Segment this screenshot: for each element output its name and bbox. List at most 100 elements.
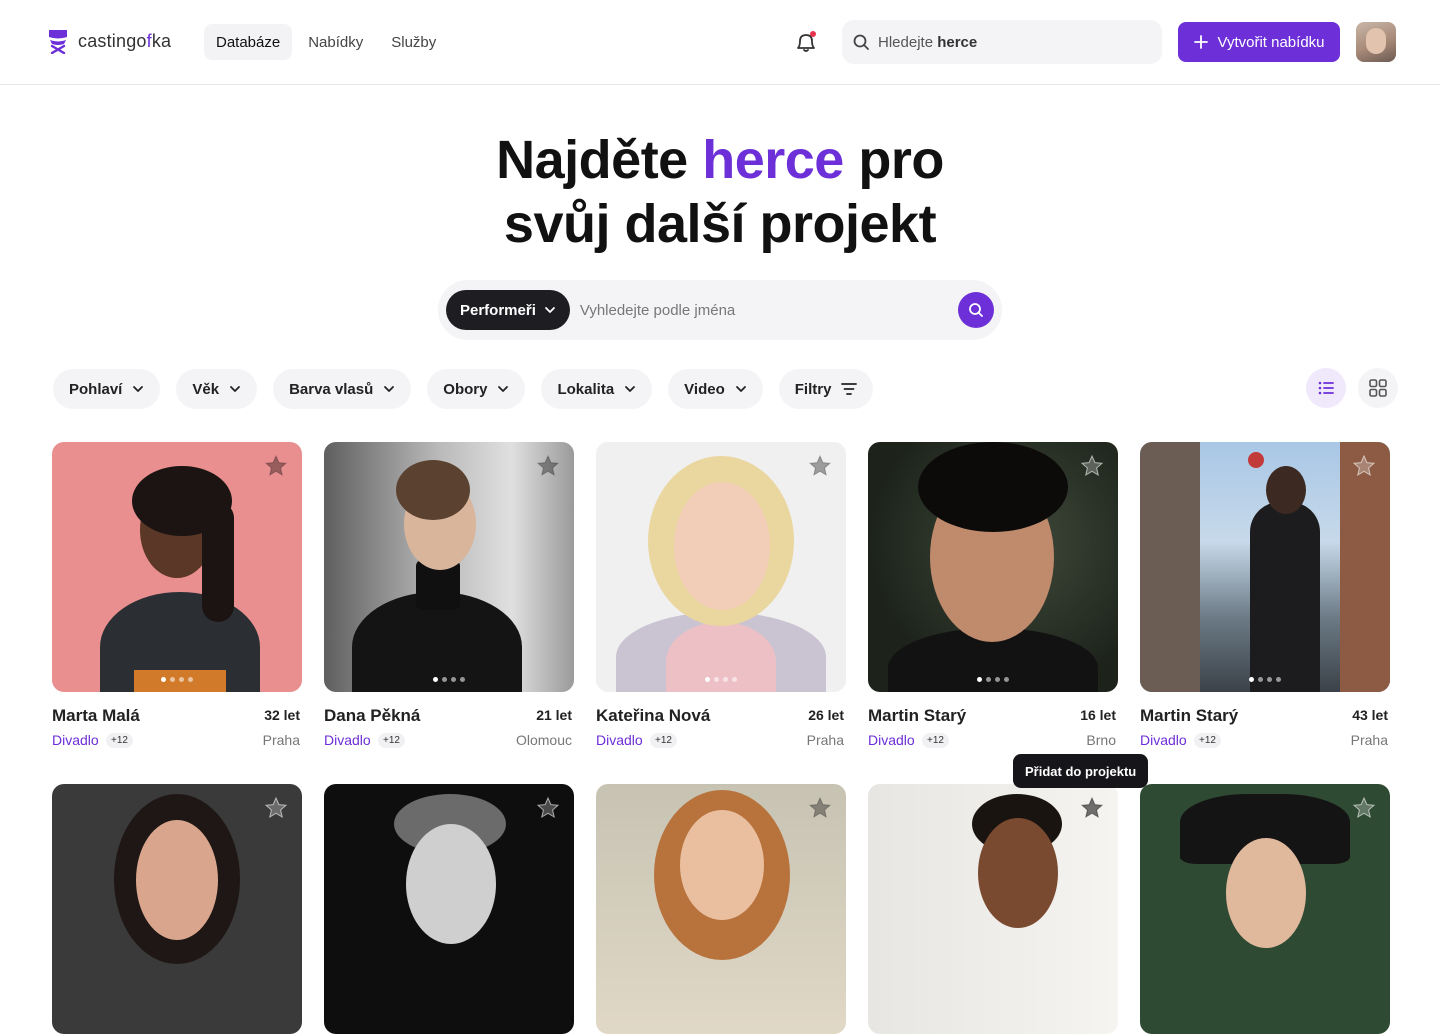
create-offer-button[interactable]: Vytvořit nabídku	[1178, 22, 1340, 62]
favorite-star-icon[interactable]	[536, 454, 560, 478]
performer-name: Kateřina Nová	[596, 706, 711, 725]
nav-item-nabidky[interactable]: Nabídky	[296, 24, 375, 60]
logo[interactable]: castingofka	[46, 28, 171, 54]
main-nav: Databáze Nabídky Služby	[204, 24, 452, 60]
name-search-input[interactable]	[579, 301, 958, 319]
performer-photo[interactable]	[324, 784, 574, 1034]
search-submit-button[interactable]	[958, 292, 994, 328]
performer-name: Martin Starý	[868, 706, 967, 725]
photo-carousel-dots[interactable]	[433, 677, 465, 682]
favorite-star-icon[interactable]	[1080, 796, 1104, 820]
header-search-placeholder[interactable]: Hledejte herce	[878, 34, 977, 51]
favorite-star-icon[interactable]	[1352, 796, 1376, 820]
performer-name: Marta Malá	[52, 706, 140, 725]
create-offer-label: Vytvořit nabídku	[1217, 33, 1325, 51]
performer-age: 26 let	[808, 707, 844, 723]
list-view-button[interactable]	[1306, 368, 1346, 408]
grid-icon	[1369, 379, 1387, 397]
performer-field[interactable]: Divadlo	[868, 732, 915, 748]
filter-location[interactable]: Lokalita	[541, 369, 653, 409]
performer-field[interactable]: Divadlo	[596, 732, 643, 748]
performer-city: Praha	[1350, 732, 1388, 748]
performer-photo[interactable]	[868, 442, 1118, 692]
top-header: castingofka Databáze Nabídky Služby Hled…	[0, 0, 1440, 85]
performer-age: 21 let	[536, 707, 572, 723]
notification-icon[interactable]	[794, 30, 818, 54]
filter-hair-color[interactable]: Barva vlasů	[273, 369, 412, 409]
filter-lines-icon	[841, 383, 858, 395]
favorite-star-icon[interactable]	[264, 796, 288, 820]
more-fields-badge[interactable]: +12	[106, 733, 133, 748]
favorite-star-icon[interactable]	[808, 796, 832, 820]
performer-card[interactable]	[1140, 784, 1390, 1034]
photo-carousel-dots[interactable]	[1249, 677, 1281, 682]
filter-gender[interactable]: Pohlaví	[53, 369, 161, 409]
favorite-star-icon[interactable]	[1080, 454, 1104, 478]
performer-card[interactable]: Marta Malá 32 let Divadlo +12 Praha	[52, 442, 302, 752]
performer-field[interactable]: Divadlo	[324, 732, 371, 748]
user-avatar[interactable]	[1356, 22, 1396, 62]
logo-text: castingofka	[78, 30, 172, 51]
performer-name: Dana Pěkná	[324, 706, 421, 725]
favorite-star-icon[interactable]	[536, 796, 560, 820]
performer-photo[interactable]	[596, 784, 846, 1034]
list-icon	[1318, 381, 1334, 395]
filter-bar: Pohlaví Věk Barva vlasů Obory Lokalita V…	[53, 369, 874, 409]
performer-card[interactable]: Martin Starý 43 let Divadlo +12 Praha	[1140, 442, 1390, 752]
performer-field[interactable]: Divadlo	[1140, 732, 1187, 748]
performer-card[interactable]: Martin Starý 16 let Divadlo +12 Brno	[868, 442, 1118, 752]
performer-photo[interactable]	[1140, 442, 1390, 692]
favorite-star-icon[interactable]	[264, 454, 288, 478]
performer-city: Praha	[806, 732, 844, 748]
nav-item-databaze[interactable]: Databáze	[204, 24, 293, 60]
performer-photo[interactable]	[324, 442, 574, 692]
photo-carousel-dots[interactable]	[977, 677, 1009, 682]
main-search-bar: Performeři	[438, 280, 1002, 340]
performer-photo[interactable]	[52, 784, 302, 1034]
filter-age[interactable]: Věk	[176, 369, 258, 409]
performer-city: Brno	[1086, 732, 1116, 748]
grid-view-button[interactable]	[1358, 368, 1398, 408]
more-fields-badge[interactable]: +12	[650, 733, 677, 748]
performer-card[interactable]	[52, 784, 302, 1034]
filter-fields[interactable]: Obory	[427, 369, 526, 409]
performer-photo[interactable]	[52, 442, 302, 692]
chevron-down-icon	[735, 386, 746, 392]
performer-field[interactable]: Divadlo	[52, 732, 99, 748]
performer-card[interactable]: Kateřina Nová 26 let Divadlo +12 Praha	[596, 442, 846, 752]
performer-city: Praha	[262, 732, 300, 748]
photo-carousel-dots[interactable]	[705, 677, 737, 682]
chevron-down-icon	[230, 386, 240, 392]
performer-card[interactable]	[596, 784, 846, 1034]
chevron-down-icon	[133, 386, 144, 392]
performer-card[interactable]: Dana Pěkná 21 let Divadlo +12 Olomouc	[324, 442, 574, 752]
photo-carousel-dots[interactable]	[161, 677, 193, 682]
favorite-star-icon[interactable]	[808, 454, 832, 478]
header-search[interactable]: Hledejte herce	[842, 20, 1162, 64]
favorite-star-icon[interactable]	[1352, 454, 1376, 478]
filter-more[interactable]: Filtry	[778, 369, 874, 409]
performer-photo[interactable]	[868, 784, 1118, 1034]
performer-card[interactable]	[324, 784, 574, 1034]
search-icon	[969, 303, 983, 317]
plus-icon	[1193, 35, 1208, 49]
filter-video[interactable]: Video	[668, 369, 763, 409]
performer-age: 32 let	[264, 707, 300, 723]
performer-photo[interactable]	[1140, 784, 1390, 1034]
performer-card[interactable]	[868, 784, 1118, 1034]
category-dropdown[interactable]: Performeři	[446, 290, 570, 330]
category-label: Performeři	[460, 301, 536, 319]
chevron-down-icon	[498, 386, 509, 392]
performer-photo[interactable]	[596, 442, 846, 692]
more-fields-badge[interactable]: +12	[922, 733, 949, 748]
logo-icon	[49, 30, 67, 54]
more-fields-badge[interactable]: +12	[378, 733, 405, 748]
chevron-down-icon	[625, 386, 636, 392]
more-fields-badge[interactable]: +12	[1194, 733, 1221, 748]
performer-age: 16 let	[1080, 707, 1116, 723]
hero-title: Najděte herce pro svůj další projekt	[496, 130, 944, 254]
add-to-project-tooltip: Přidat do projektu	[1013, 754, 1149, 788]
nav-item-sluzby[interactable]: Služby	[379, 24, 448, 60]
search-icon	[853, 34, 869, 50]
performer-name: Martin Starý	[1140, 706, 1239, 725]
